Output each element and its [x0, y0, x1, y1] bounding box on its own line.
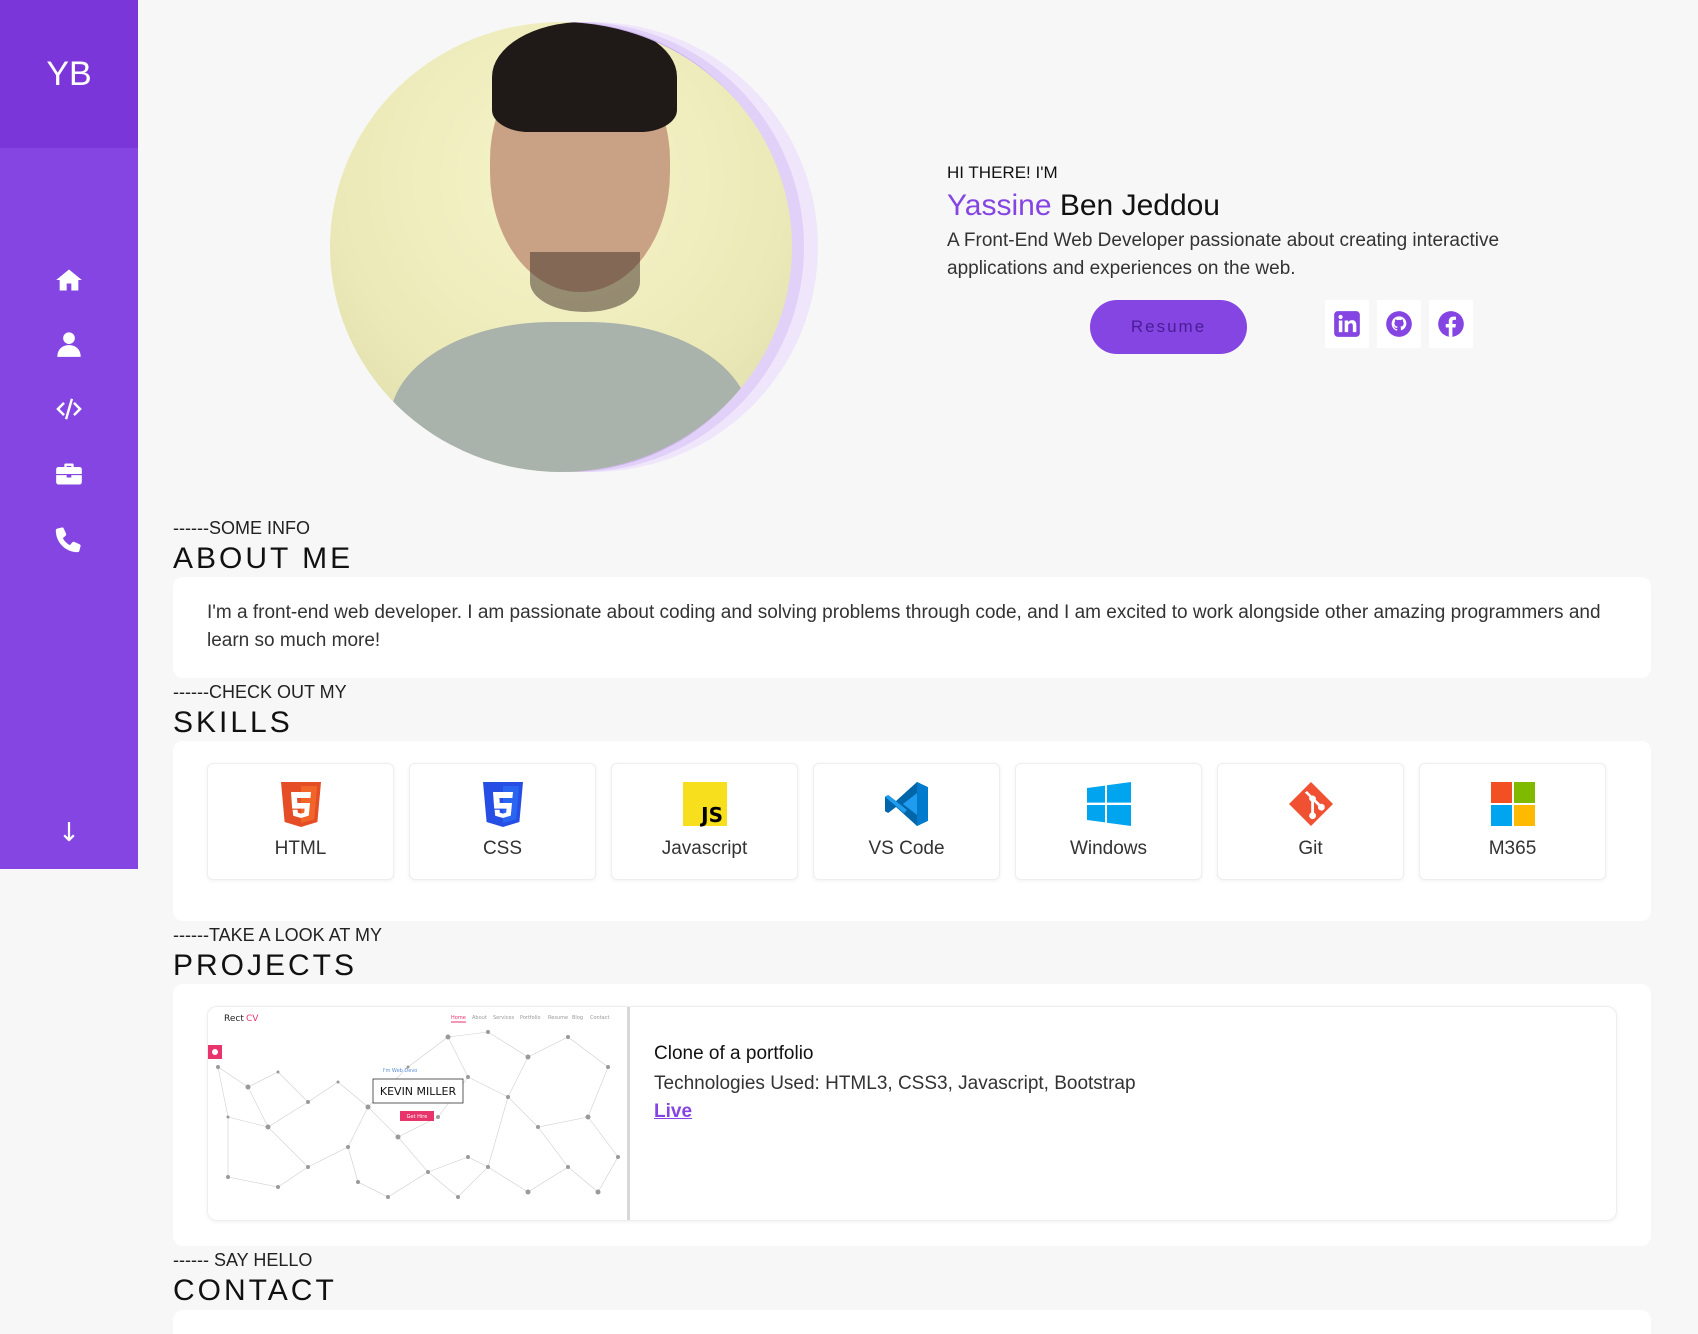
projects-title: PROJECTS [173, 949, 358, 982]
hero-first-name: Yassine [947, 189, 1052, 222]
social-links [1325, 300, 1473, 348]
sidebar-item-projects[interactable] [54, 459, 84, 489]
projects-kicker: ------TAKE A LOOK AT MY [173, 925, 383, 945]
thumb-brand-b: CV [246, 1014, 259, 1024]
contact-title: CONTACT [173, 1274, 337, 1307]
facebook-icon [1438, 311, 1464, 337]
sidebar-item-home[interactable] [54, 265, 84, 295]
projects-panel: Rect CV Home About Services Portfolio Re… [173, 984, 1651, 1246]
thumb-nav-item: Blog [572, 1015, 583, 1021]
about-text: I'm a front-end web developer. I am pass… [207, 602, 1601, 651]
project-info: Clone of a portfolio Technologies Used: … [654, 1043, 1136, 1123]
scroll-down-icon[interactable]: ↓ [58, 818, 80, 848]
javascript-icon: JS [682, 782, 727, 827]
profile-photo [328, 22, 838, 472]
hero-tagline: A Front-End Web Developer passionate abo… [947, 230, 1500, 279]
contact-kicker: ------ SAY HELLO [173, 1250, 313, 1270]
skill-card-javascript[interactable]: JS Javascript [611, 763, 798, 880]
facebook-link[interactable] [1429, 300, 1473, 348]
user-icon [57, 332, 81, 357]
skills-title: SKILLS [173, 706, 293, 739]
project-title: Clone of a portfolio [654, 1043, 814, 1064]
sidebar-item-contact[interactable] [54, 524, 84, 554]
skill-card-vscode[interactable]: VS Code [813, 763, 1000, 880]
thumb-button: Get Hire [407, 1114, 428, 1120]
project-screenshot: Rect CV Home About Services Portfolio Re… [208, 1007, 627, 1220]
skill-card-css[interactable]: CSS [409, 763, 596, 880]
github-icon [1386, 311, 1412, 337]
skill-label: VS Code [868, 838, 945, 859]
linkedin-link[interactable] [1325, 300, 1369, 348]
sidebar: YB ↓ [0, 0, 138, 869]
skill-label: M365 [1488, 838, 1537, 859]
project-thumbnail[interactable]: Rect CV Home About Services Portfolio Re… [208, 1007, 630, 1220]
github-link[interactable] [1377, 300, 1421, 348]
briefcase-icon [56, 463, 82, 485]
hero-intro: HI THERE! I'M Yassine Ben Jeddou A Front… [947, 163, 1587, 283]
thumb-nav-item: Resume [548, 1015, 568, 1021]
resume-button[interactable]: Resume [1090, 300, 1247, 354]
skill-label: HTML [274, 838, 327, 859]
thumb-nav-item: Services [493, 1015, 514, 1021]
skill-card-windows[interactable]: Windows [1015, 763, 1202, 880]
skill-label: CSS [482, 838, 523, 859]
hero-last-name: Ben Jeddou [1059, 189, 1220, 222]
thumb-nav-item: Contact [590, 1015, 609, 1021]
skills-list: HTML CSS JS Javascript VS Code Windows G… [207, 763, 1606, 880]
skill-label: Git [1298, 838, 1323, 859]
sidebar-item-skills[interactable] [54, 394, 84, 424]
skills-panel: HTML CSS JS Javascript VS Code Windows G… [173, 741, 1651, 921]
svg-text:JS: JS [699, 803, 723, 827]
skill-label: Windows [1069, 838, 1148, 859]
about-panel: I'm a front-end web developer. I am pass… [173, 577, 1651, 678]
css3-icon [482, 782, 523, 827]
code-icon [56, 398, 82, 420]
git-icon [1288, 782, 1333, 826]
hero-name: Yassine Ben Jeddou [947, 189, 1587, 223]
html5-icon [280, 782, 321, 827]
microsoft-icon [1490, 782, 1535, 826]
contact-panel [173, 1310, 1651, 1334]
sidebar-item-about[interactable] [54, 329, 84, 359]
thumb-nav-item: About [472, 1015, 487, 1021]
thumb-subtitle: I'm Web Devo [383, 1068, 418, 1074]
linkedin-icon [1334, 311, 1360, 337]
skills-kicker: ------CHECK OUT MY [173, 682, 347, 702]
vscode-icon [884, 782, 928, 826]
hero-greeting: HI THERE! I'M [947, 163, 1058, 182]
avatar [330, 22, 792, 472]
phone-icon [55, 527, 81, 553]
thumb-brand-a: Rect [224, 1014, 244, 1024]
project-tech: Technologies Used: HTML3, CSS3, Javascri… [654, 1073, 1136, 1094]
logo[interactable]: YB [0, 0, 138, 148]
skill-card-html[interactable]: HTML [207, 763, 394, 880]
about-title: ABOUT ME [173, 542, 354, 575]
skill-label: Javascript [661, 838, 748, 859]
thumb-name: KEVIN MILLER [380, 1085, 457, 1098]
home-icon [56, 269, 82, 291]
project-live-link[interactable]: Live [654, 1101, 692, 1123]
project-card: Rect CV Home About Services Portfolio Re… [207, 1006, 1617, 1221]
thumb-nav-item: Home [451, 1015, 466, 1021]
skill-card-git[interactable]: Git [1217, 763, 1404, 880]
windows-icon [1086, 782, 1131, 826]
skill-card-m365[interactable]: M365 [1419, 763, 1606, 880]
about-kicker: ------SOME INFO [173, 518, 310, 538]
thumb-nav-item: Portfolio [520, 1015, 541, 1021]
